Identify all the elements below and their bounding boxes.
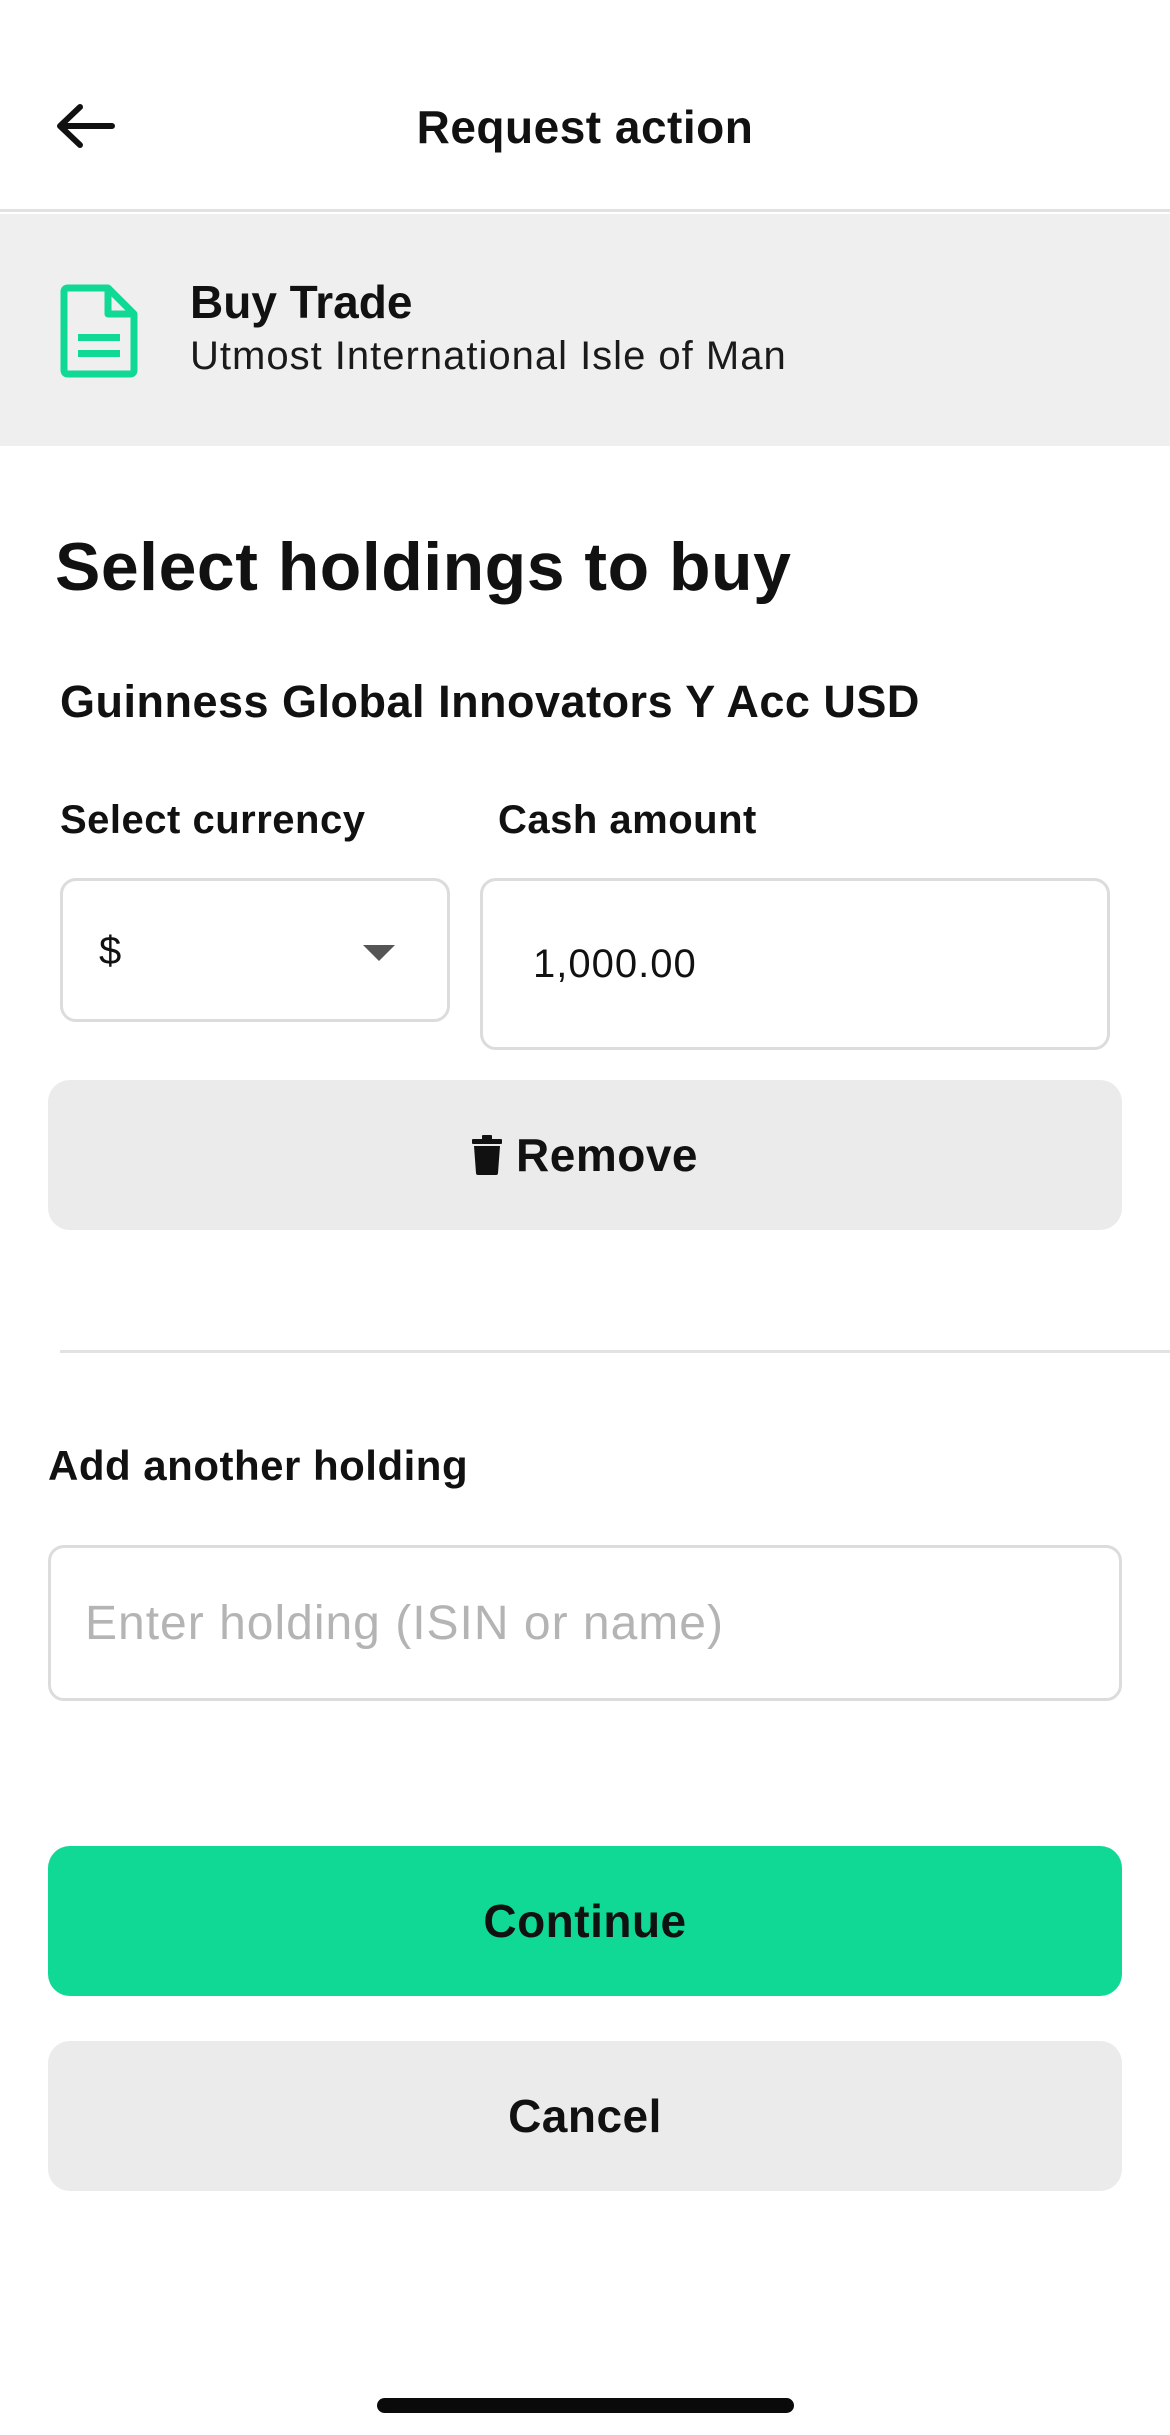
action-title: Buy Trade (190, 276, 413, 328)
continue-button[interactable]: Continue (48, 1846, 1122, 1996)
cancel-button[interactable]: Cancel (48, 2041, 1122, 2191)
action-banner (0, 214, 1170, 446)
request-action-screen: Request action Buy Trade Utmost Internat… (0, 0, 1170, 2435)
cash-amount-input[interactable] (480, 878, 1110, 1050)
home-indicator (377, 2398, 794, 2413)
trash-icon (472, 1135, 503, 1175)
holding-search-input[interactable] (48, 1545, 1122, 1701)
caret-down-icon (363, 945, 395, 961)
currency-select[interactable]: $ (60, 878, 450, 1022)
document-icon (60, 284, 138, 383)
remove-button[interactable]: Remove (48, 1080, 1122, 1230)
divider (60, 1350, 1170, 1353)
page-title: Request action (416, 101, 754, 153)
amount-label: Cash amount (498, 798, 757, 842)
header: Request action (0, 0, 1170, 212)
section-title: Select holdings to buy (55, 529, 792, 605)
remove-label: Remove (516, 1129, 698, 1181)
currency-label: Select currency (60, 798, 366, 842)
action-subtitle: Utmost International Isle of Man (190, 334, 787, 378)
currency-value: $ (99, 929, 122, 973)
add-holding-label: Add another holding (48, 1442, 469, 1489)
holding-name: Guinness Global Innovators Y Acc USD (60, 676, 920, 727)
